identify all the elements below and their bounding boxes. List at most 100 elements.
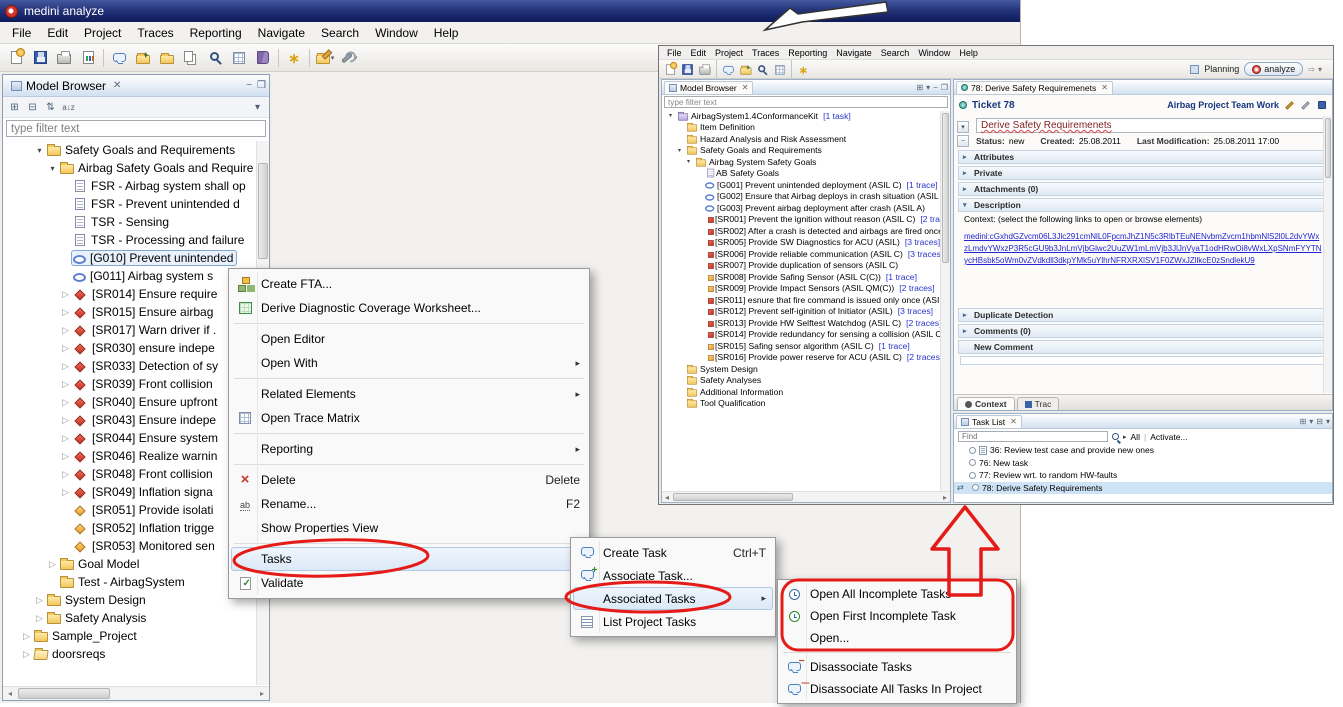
tree-expander-closed-icon[interactable]: ▷ — [60, 361, 71, 372]
menu-item-create-task[interactable]: Create TaskCtrl+T — [573, 541, 773, 564]
view-menu-icon[interactable]: ▾ — [250, 99, 265, 115]
tree-expander-closed-icon[interactable]: ▷ — [60, 343, 71, 354]
tree-expander-closed-icon[interactable]: ▷ — [60, 379, 71, 390]
menu-traces[interactable]: Traces — [748, 47, 783, 59]
section-attachments[interactable]: ▸Attachments (0) — [958, 182, 1328, 196]
close-icon[interactable]: ✕ — [113, 80, 121, 91]
menu-navigate[interactable]: Navigate — [250, 23, 313, 43]
tree-item[interactable]: [SR051] Provide isolati — [3, 501, 255, 519]
menu-item-derive-diagnostic-coverage-worksheet[interactable]: Derive Diagnostic Coverage Worksheet... — [231, 296, 587, 320]
scope-arrow-icon[interactable]: ▸ — [1123, 433, 1127, 441]
view-menu-icon[interactable]: ▾ — [1326, 417, 1330, 426]
scope-all-link[interactable]: All — [1131, 432, 1140, 442]
tree-expander-closed-icon[interactable]: ▷ — [60, 307, 71, 318]
section-duplicate-detection[interactable]: ▸Duplicate Detection — [958, 308, 1328, 322]
tree-item[interactable]: [SR001] Prevent the ignition without rea… — [662, 214, 939, 226]
task-status-icon[interactable] — [972, 484, 979, 491]
scrollbar-thumb[interactable] — [942, 113, 949, 263]
menu-edit[interactable]: Edit — [39, 23, 76, 43]
tree-item[interactable]: [G003] Prevent airbag deployment after c… — [662, 202, 939, 214]
tree-item[interactable]: [SR006] Provide reliable communication (… — [662, 248, 939, 260]
maximize-icon[interactable]: ❒ — [941, 83, 948, 92]
tree-item[interactable]: [SR002] After a crash is detected and ai… — [662, 225, 939, 237]
tree-item[interactable]: System Design — [662, 363, 939, 375]
menu-item-validate[interactable]: Validate — [231, 571, 587, 595]
menu-edit[interactable]: Edit — [687, 47, 711, 59]
tree-expander-closed-icon[interactable]: ▷ — [34, 613, 45, 624]
tab-trac[interactable]: Trac — [1017, 397, 1060, 410]
task-row[interactable]: 36: Review test case and provide new one… — [954, 444, 1332, 457]
tree-item[interactable]: ▷[SR046] Realize warnin — [3, 447, 255, 465]
menu-item-disassociate-tasks[interactable]: Disassociate Tasks — [780, 656, 1014, 678]
expand-all-icon[interactable]: ⊞ — [916, 83, 923, 92]
filter-input[interactable] — [6, 120, 266, 137]
task-status-icon[interactable] — [969, 459, 976, 466]
close-icon[interactable]: ✕ — [1010, 417, 1017, 426]
menu-item-list-project-tasks[interactable]: List Project Tasks — [573, 610, 773, 633]
scrollbar-thumb[interactable] — [673, 493, 793, 501]
inner-filter-input[interactable] — [664, 96, 948, 108]
matrix-button[interactable] — [773, 63, 787, 75]
submit-icon[interactable] — [1316, 100, 1327, 111]
tree-expander-open-icon[interactable]: ▾ — [47, 164, 58, 173]
tree-expander-closed-icon[interactable]: ▷ — [60, 487, 71, 498]
print-button[interactable] — [52, 46, 76, 70]
tree-item[interactable]: [G002] Ensure that Airbag deploys in cra… — [662, 191, 939, 203]
folder-button[interactable] — [155, 46, 179, 70]
tree-item[interactable]: ▷[SR039] Front collision — [3, 375, 255, 393]
ticket-tab[interactable]: 78: Derive Safety Requiremenets ✕ — [956, 81, 1113, 94]
tree-item[interactable]: [SR052] Inflation trigge — [3, 519, 255, 537]
tree-item[interactable]: [SR008] Provide Safing Sensor (ASIL C(C)… — [662, 271, 939, 283]
dropdown-icon[interactable]: ▾ — [1309, 417, 1313, 426]
tree-item[interactable]: TSR - Sensing — [3, 213, 255, 231]
menu-navigate[interactable]: Navigate — [832, 47, 876, 59]
sparkle-button[interactable] — [282, 46, 306, 70]
report-button[interactable] — [76, 46, 100, 70]
edit-icon[interactable] — [1284, 100, 1295, 111]
openfolder-button[interactable] — [739, 63, 753, 75]
book-button[interactable] — [251, 46, 275, 70]
tree-item[interactable]: [SR014] Provide redundancy for sensing a… — [662, 329, 939, 341]
task-list-tab[interactable]: Task List ✕ — [956, 415, 1022, 428]
analyze-perspective-button[interactable]: analyze — [1244, 62, 1303, 76]
tree-expander-open-icon[interactable]: ▾ — [666, 112, 675, 119]
tree-item[interactable]: [SR016] Provide power reserve for ACU (A… — [662, 352, 939, 364]
tree-expander-closed-icon[interactable]: ▷ — [60, 451, 71, 462]
tree-item[interactable]: ▷[SR017] Warn driver if . — [3, 321, 255, 339]
menu-item-associate-task[interactable]: Associate Task... — [573, 564, 773, 587]
save-button[interactable] — [28, 46, 52, 70]
print-button[interactable] — [698, 63, 712, 75]
scroll-right-icon[interactable]: ▸ — [940, 492, 950, 502]
tree-item[interactable]: Item Definition — [662, 122, 939, 134]
view-menu-icon[interactable]: ▾ — [926, 83, 930, 92]
tree-expander-closed-icon[interactable]: ▷ — [34, 595, 45, 606]
tree-item[interactable]: ▷Sample_Project — [3, 627, 255, 645]
forward-icon[interactable]: ⇨ — [1308, 65, 1315, 74]
menu-traces[interactable]: Traces — [129, 23, 181, 43]
menu-item-reporting[interactable]: Reporting▸ — [231, 437, 587, 461]
scroll-right-icon[interactable]: ▸ — [255, 687, 269, 700]
menu-item-related-elements[interactable]: Related Elements▸ — [231, 382, 587, 406]
menu-item-open-trace-matrix[interactable]: Open Trace Matrix — [231, 406, 587, 430]
menu-item-open-first-incomplete-task[interactable]: Open First Incomplete Task — [780, 605, 1014, 627]
link-editor-icon[interactable]: ⇅ — [43, 99, 58, 115]
dropdown-arrow-icon[interactable]: ▾ — [331, 54, 335, 62]
new-button[interactable] — [4, 46, 28, 70]
tree-item[interactable]: AB Safety Goals — [662, 168, 939, 180]
tree-item[interactable]: ▷[SR048] Front collision — [3, 465, 255, 483]
minimize-icon[interactable]: − — [933, 83, 938, 92]
tree-expander-open-icon[interactable]: ▾ — [675, 147, 684, 154]
tree-item[interactable]: FSR - Airbag system shall op — [3, 177, 255, 195]
separator-icon[interactable]: − — [957, 135, 969, 147]
task-row[interactable]: 77: Review wrt. to random HW-faults — [954, 469, 1332, 482]
section-new-comment[interactable]: New Comment — [958, 340, 1328, 354]
section-description[interactable]: ▾Description — [958, 198, 1328, 212]
planning-perspective-label[interactable]: Planning — [1204, 64, 1239, 74]
scrollbar-thumb[interactable] — [258, 163, 268, 259]
tree-item[interactable]: ▷[SR044] Ensure system — [3, 429, 255, 447]
menu-item-show-properties-view[interactable]: Show Properties View — [231, 516, 587, 540]
matrix-button[interactable] — [227, 46, 251, 70]
planning-perspective-icon[interactable] — [1190, 65, 1199, 74]
menu-item-open[interactable]: Open... — [780, 627, 1014, 649]
tree-expander-closed-icon[interactable]: ▷ — [21, 631, 32, 642]
